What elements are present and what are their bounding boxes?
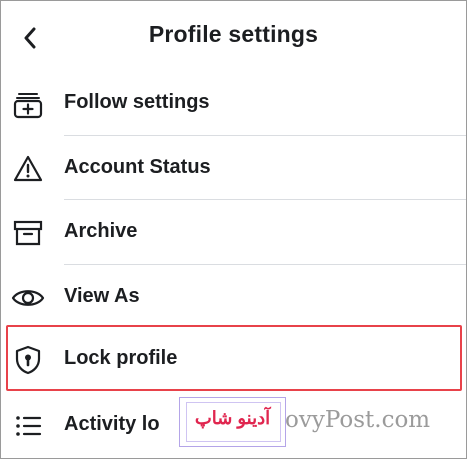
add-follow-icon bbox=[11, 87, 45, 121]
menu-item-label: Follow settings bbox=[64, 91, 210, 113]
profile-settings-screen: Profile settings Follow settings Account… bbox=[0, 0, 467, 459]
archive-box-icon bbox=[11, 216, 45, 250]
menu-item-label: Account Status bbox=[64, 156, 211, 178]
highlight-frame bbox=[6, 325, 462, 391]
warning-triangle-icon bbox=[11, 152, 45, 186]
menu-item-label: View As bbox=[64, 285, 140, 307]
header: Profile settings bbox=[1, 1, 466, 71]
menu-item-account-status[interactable]: Account Status bbox=[1, 136, 466, 200]
menu-item-view-as[interactable]: View As bbox=[1, 265, 466, 329]
eye-icon bbox=[11, 281, 45, 315]
list-icon bbox=[11, 409, 45, 443]
page-title: Profile settings bbox=[148, 21, 319, 47]
menu-item-archive[interactable]: Archive bbox=[1, 200, 466, 264]
watermark-brand-text: آدینو شاپ bbox=[194, 408, 271, 428]
watermark-brand-box: آدینو شاپ bbox=[179, 397, 286, 447]
menu-item-label: Activity lo bbox=[64, 413, 160, 435]
watermark-site-text: ovyPost.com bbox=[285, 407, 431, 433]
menu-item-follow-settings[interactable]: Follow settings bbox=[1, 71, 466, 135]
menu-item-label: Archive bbox=[64, 220, 138, 242]
